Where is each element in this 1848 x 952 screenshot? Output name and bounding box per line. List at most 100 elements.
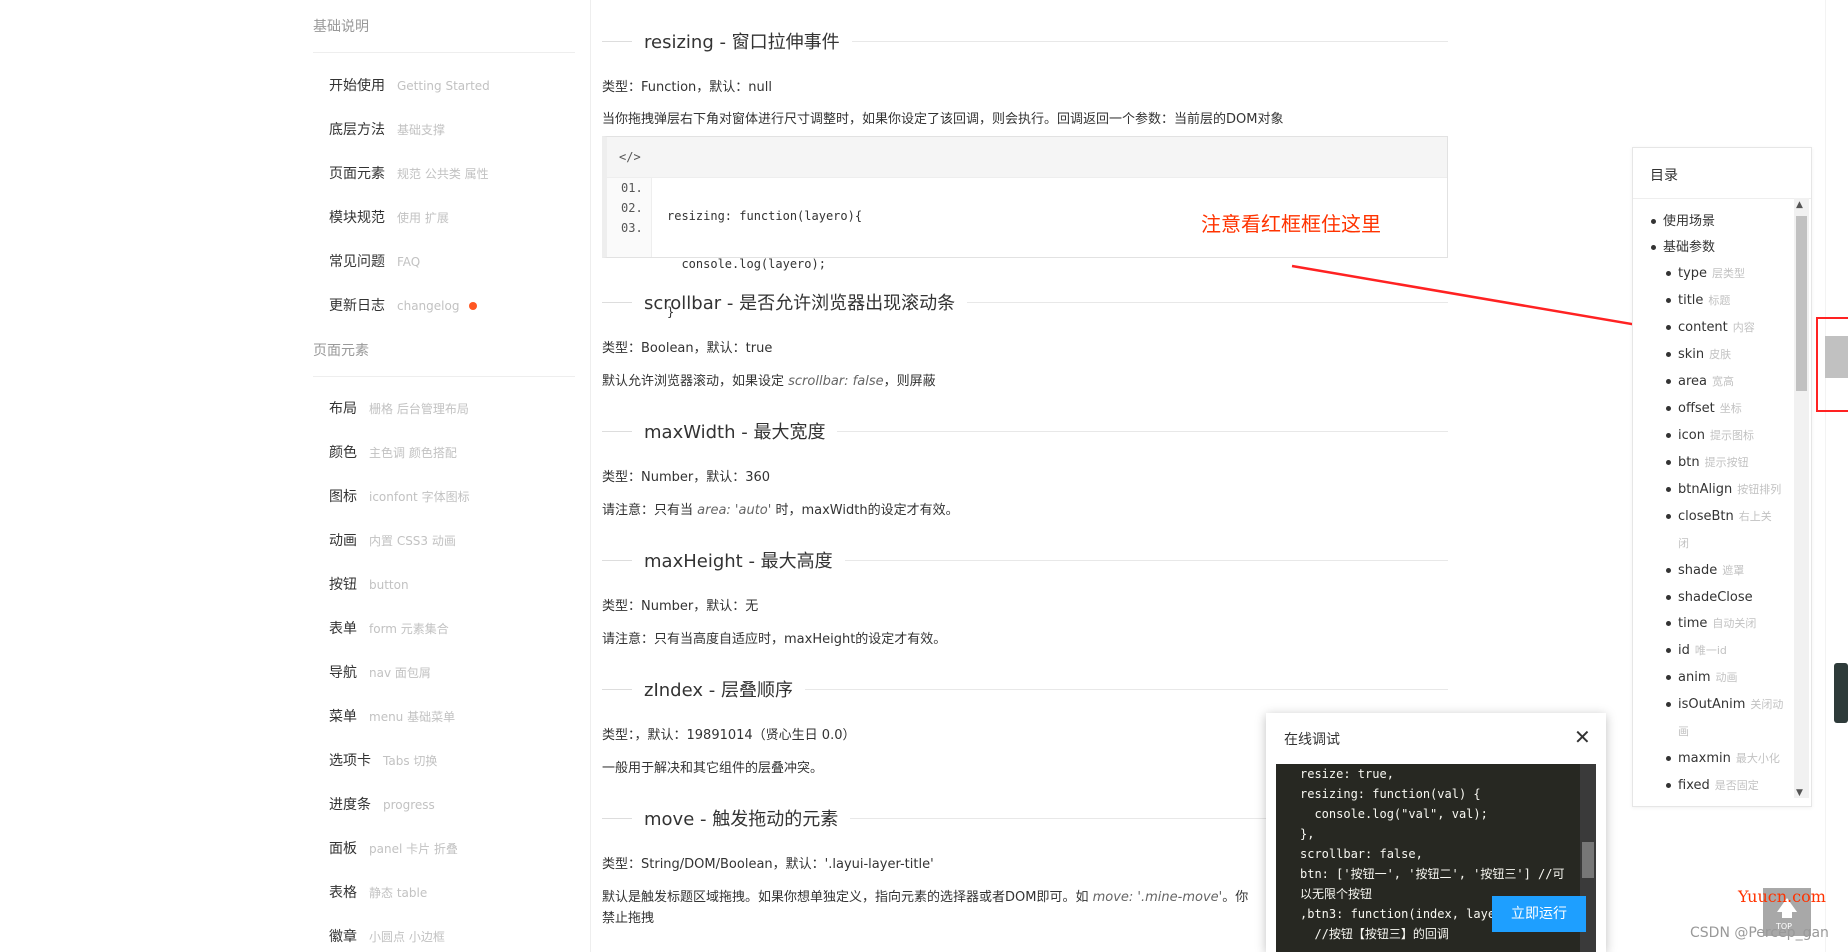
close-icon[interactable]: ✕ [1574, 725, 1591, 749]
sidebar-item-color[interactable]: 颜色 主色调 颜色搭配 [329, 442, 457, 462]
run-now-button[interactable]: 立即运行 [1492, 896, 1586, 932]
section-heading-scrollbar: scrollbar - 是否允许浏览器出现滚动条 [602, 292, 1448, 314]
sidebar-item-progress[interactable]: 进度条 progress [329, 794, 435, 814]
new-dot-badge [469, 302, 478, 310]
description: 一般用于解决和其它组件的层叠冲突。 [602, 761, 824, 776]
sidebar-item-getting-started[interactable]: 开始使用 Getting Started [329, 75, 490, 95]
toc-title: 目录 [1650, 168, 1678, 184]
toc-item[interactable]: shade 遮罩 [1665, 557, 1745, 584]
toc-item[interactable]: maxmin 最大小化 [1666, 745, 1780, 772]
toc-item-label: skin [1678, 347, 1705, 362]
csdn-watermark: CSDN @Percep_gan [1690, 925, 1829, 941]
sidebar-item-changelog[interactable]: 更新日志 changelog [329, 295, 478, 315]
toc-scrollbar-thumb[interactable] [1796, 216, 1807, 391]
sidebar-item-nav[interactable]: 导航 nav 面包屑 [329, 662, 431, 682]
toc-item[interactable]: btnAlign 按钮排列 [1665, 476, 1782, 503]
scroll-up-arrow-icon[interactable]: ▲ [1796, 200, 1803, 210]
toc-item[interactable]: shadeClose [1666, 584, 1758, 611]
toc-item-sub: 标题 [1708, 294, 1731, 307]
debug-title: 在线调试 [1284, 732, 1340, 748]
sidebar-item-table[interactable]: 表格 静态 table [329, 882, 427, 902]
type-line: 类型：String/DOM/Boolean，默认：'.layui-layer-t… [602, 857, 934, 872]
sidebar-item-tabs[interactable]: 选项卡 Tabs 切换 [329, 750, 437, 770]
sidebar-item-sub: Getting Started [397, 79, 490, 93]
section-heading-maxwidth: maxWidth - 最大宽度 [602, 421, 1448, 443]
sidebar-item-menu[interactable]: 菜单 menu 基础菜单 [329, 706, 455, 726]
sidebar-item-badge[interactable]: 徽章 小圆点 小边框 [329, 926, 445, 946]
heading-text: scrollbar - 是否允许浏览器出现滚动条 [644, 293, 956, 314]
sidebar-item-module-spec[interactable]: 模块规范 使用 扩展 [329, 207, 449, 227]
sidebar-item-sub: 规范 公共类 属性 [397, 167, 489, 181]
annotation-text: 注意看红框框住这里 [1201, 212, 1381, 236]
toc-item-sub: 遮罩 [1722, 564, 1745, 577]
sidebar-item-label: 开始使用 [329, 78, 385, 94]
toc-item[interactable]: 使用场景 [1650, 208, 1715, 235]
sidebar-item-form[interactable]: 表单 form 元素集合 [329, 618, 449, 638]
debug-scrollbar-thumb[interactable] [1582, 842, 1594, 878]
toc-item-label: shadeClose [1678, 590, 1753, 605]
toc-item[interactable]: closeBtn 右上关 [1666, 503, 1772, 530]
code-head-icon: </> [607, 137, 1447, 178]
heading-text: zIndex - 层叠顺序 [644, 680, 793, 701]
sidebar-item-label: 进度条 [329, 797, 371, 813]
sidebar-item-icon[interactable]: 图标 iconfont 字体图标 [329, 486, 470, 506]
toc-item[interactable]: skin 皮肤 [1665, 341, 1731, 368]
desc-text: 。你 [1222, 890, 1249, 905]
sidebar-item-page-elements[interactable]: 页面元素 规范 公共类 属性 [329, 163, 489, 183]
sidebar-item-sub: 基础支撑 [397, 123, 446, 137]
inline-code: area: 'auto' [697, 503, 772, 518]
sidebar-item-base-methods[interactable]: 底层方法 基础支撑 [329, 119, 445, 139]
desc-text: 默认是触发标题区域拖拽。如果你想单独定义，指向元素的选择器或者DOM即可。如 [602, 890, 1093, 905]
sidebar-section-title: 页面元素 [313, 343, 369, 359]
toc-item[interactable]: id 唯一id [1666, 637, 1727, 664]
sidebar-item-label: 菜单 [329, 709, 357, 725]
type-line: 类型：Number，默认：360 [602, 470, 771, 485]
toc-item[interactable]: time 自动关闭 [1665, 610, 1757, 637]
toc-item-sub: 动画 [1715, 671, 1738, 684]
toc-item[interactable]: 基础参数 [1650, 234, 1716, 261]
toc-item[interactable]: type 层类型 [1665, 260, 1745, 287]
type-line: 类型：Function，默认：null [602, 80, 772, 95]
sidebar-divider [313, 376, 575, 377]
toc-item[interactable]: anim 动画 [1665, 664, 1738, 691]
toc-item[interactable]: title 标题 [1665, 287, 1731, 314]
desc-text: ，则屏蔽 [883, 374, 936, 389]
toc-item-sub: 按钮排列 [1737, 483, 1782, 496]
toc-item[interactable]: area 宽高 [1666, 368, 1734, 395]
desc-text: 时，maxWidth的设定才有效。 [771, 503, 959, 518]
toc-item[interactable]: offset 坐标 [1666, 395, 1742, 422]
toc-item-sub: 提示按钮 [1704, 456, 1749, 469]
code-lines: resizing: function(layero){ console.log(… [667, 178, 862, 350]
sidebar-item-sub: 内置 CSS3 动画 [369, 534, 456, 548]
toc-item-label: 基础参数 [1663, 240, 1716, 255]
toc-item-sub: 宽高 [1712, 375, 1734, 388]
heading-text: move - 触发拖动的元素 [644, 809, 839, 830]
toc-item[interactable]: content 内容 [1666, 314, 1755, 341]
page-scrollbar[interactable] [1825, 0, 1848, 952]
heading-text: resizing - 窗口拉伸事件 [644, 32, 840, 53]
sidebar-item-faq[interactable]: 常见问题 FAQ [329, 251, 420, 271]
toc-item-sub: 自动关闭 [1712, 617, 1757, 630]
line-number: 03. [621, 221, 643, 235]
toc-item-label: btnAlign [1678, 482, 1733, 497]
code-line: console.log(layero); [667, 257, 826, 271]
sidebar-item-label: 表单 [329, 621, 357, 637]
toc-item-sub: 关闭动 [1750, 698, 1784, 711]
scroll-down-arrow-icon[interactable]: ▼ [1796, 788, 1803, 798]
toc-item-label: shade [1678, 563, 1718, 578]
toc-item[interactable]: fixed 是否固定 [1666, 772, 1759, 799]
toc-item[interactable]: icon 提示图标 [1666, 422, 1754, 449]
description-continued: 禁止拖拽 [602, 911, 655, 926]
toc-item[interactable]: isOutAnim 关闭动 [1665, 691, 1784, 718]
toc-item[interactable]: btn 提示按钮 [1666, 449, 1749, 476]
toc-item-label: isOutAnim [1678, 697, 1746, 712]
sidebar-item-button[interactable]: 按钮 button [329, 574, 409, 594]
sidebar-section-title: 基础说明 [313, 19, 369, 35]
section-heading-zindex: zIndex - 层叠顺序 [602, 679, 1448, 701]
sidebar-item-panel[interactable]: 面板 panel 卡片 折叠 [329, 838, 458, 858]
code-block: </> 01. 02. 03. resizing: function(layer… [602, 136, 1448, 319]
sidebar-item-layout[interactable]: 布局 栅格 后台管理布局 [329, 398, 469, 418]
sidebar-item-animation[interactable]: 动画 内置 CSS3 动画 [329, 530, 456, 550]
toc-item-sub: 提示图标 [1709, 429, 1754, 442]
sidebar-item-label: 按钮 [329, 577, 357, 593]
